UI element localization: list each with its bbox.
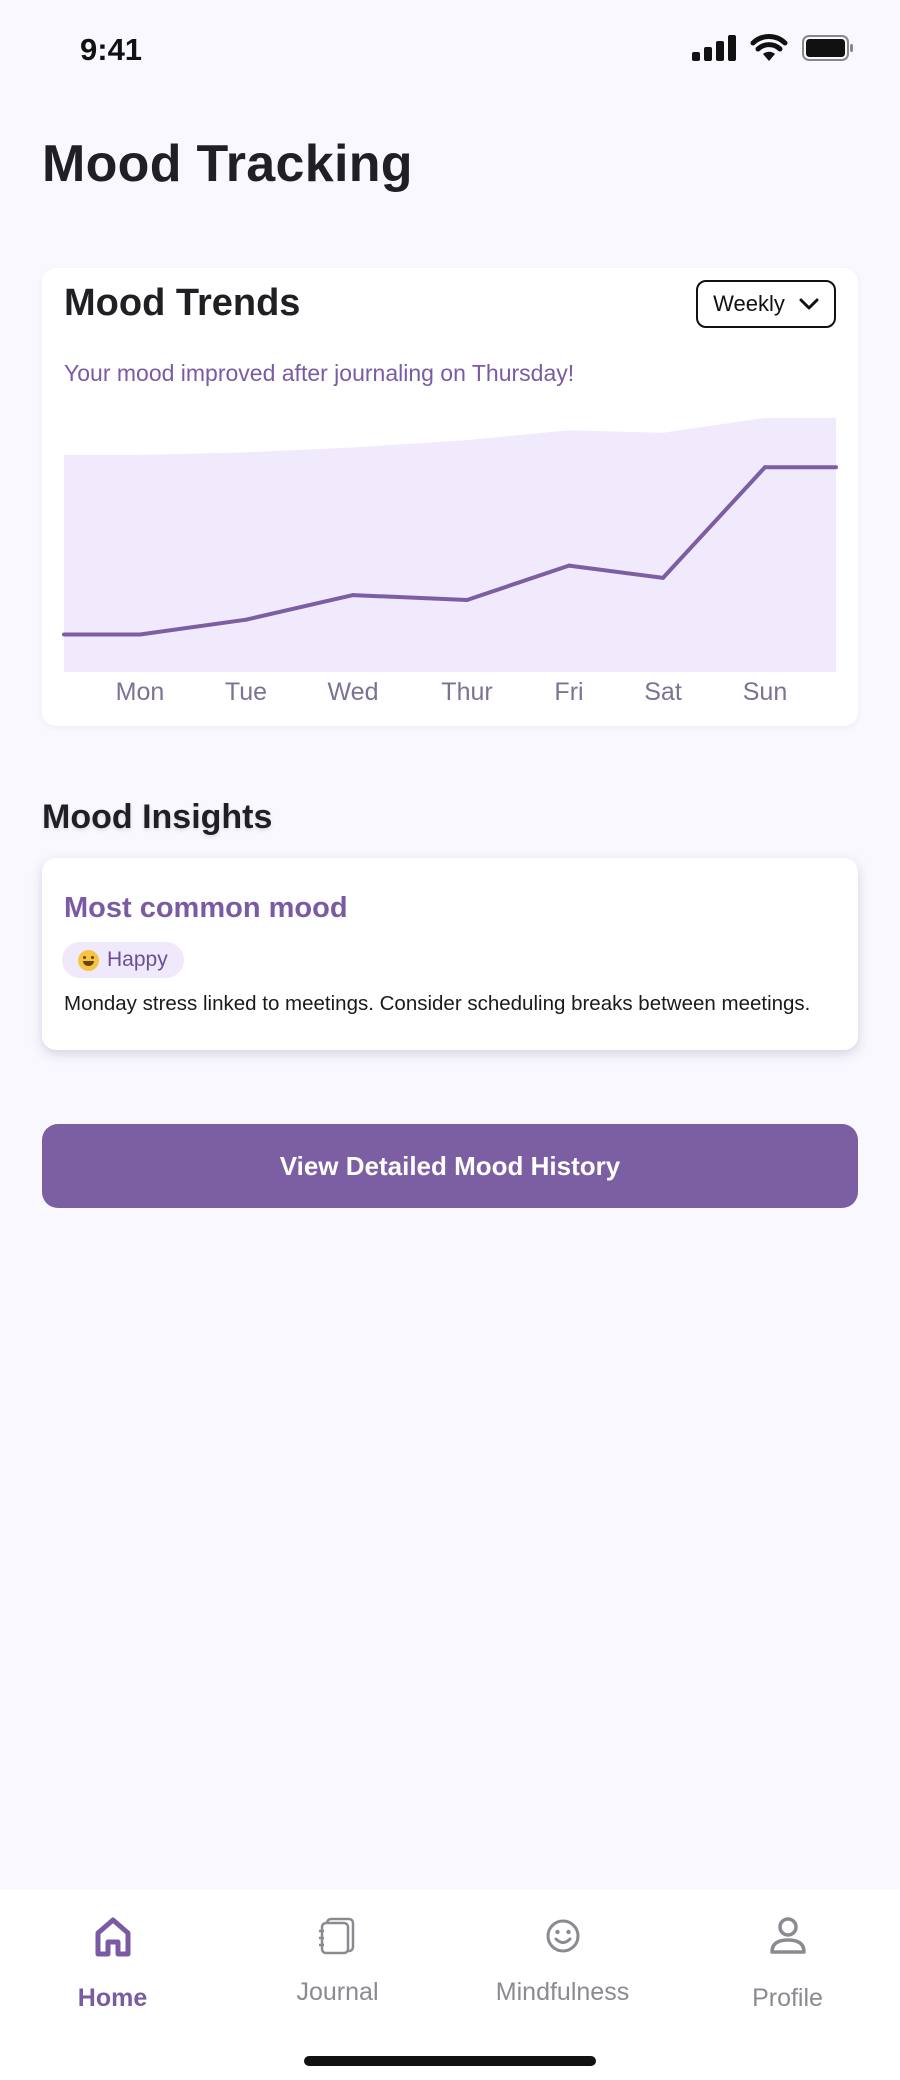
nav-item-profile[interactable]: Profile <box>675 1890 900 2030</box>
insight-card: Most common mood Happy Monday stress lin… <box>42 858 858 1050</box>
page-title: Mood Tracking <box>42 135 413 193</box>
nav-label-profile: Profile <box>752 1984 823 2012</box>
day-label-mon: Mon <box>115 678 165 706</box>
day-label-thur: Thur <box>441 678 493 706</box>
insight-card-title: Most common mood <box>64 892 348 924</box>
home-icon <box>95 1917 130 1957</box>
nav-label-journal: Journal <box>296 1978 379 2006</box>
home-indicator <box>304 2056 596 2066</box>
wifi-icon <box>750 34 788 61</box>
insights-section-title: Mood Insights <box>42 798 273 836</box>
battery-icon <box>802 35 853 61</box>
day-label-sat: Sat <box>644 678 682 706</box>
view-mood-history-button[interactable]: View Detailed Mood History <box>42 1124 858 1208</box>
mood-point-tue <box>244 617 248 622</box>
nav-item-journal[interactable]: Journal <box>225 1890 450 2030</box>
chart-area-fill <box>64 418 836 672</box>
journal-icon <box>318 1917 354 1955</box>
mood-point-sat <box>661 575 665 580</box>
mood-point-sun <box>763 465 767 470</box>
mood-point-thur <box>465 598 469 603</box>
nav-item-mindfulness[interactable]: Mindfulness <box>450 1890 675 2030</box>
insight-text: Monday stress linked to meetings. Consid… <box>64 992 811 1015</box>
status-time: 9:41 <box>80 32 143 67</box>
mood-trends-card: Mood Trends Weekly Your mood improved af… <box>42 268 858 726</box>
status-bar: 9:41 <box>0 0 900 100</box>
profile-icon <box>769 1917 806 1954</box>
nav-label-home: Home <box>77 1984 148 2012</box>
smile-icon <box>546 1919 579 1953</box>
nav-item-home[interactable]: Home <box>0 1890 225 2030</box>
bottom-nav: Home Journal Mindfulness Profile <box>0 1890 900 2080</box>
grinning-face-icon <box>78 949 99 971</box>
nav-label-mindfulness: Mindfulness <box>495 1978 630 2006</box>
day-label-fri: Fri <box>554 678 584 706</box>
signal-icon <box>692 35 736 61</box>
day-label-wed: Wed <box>327 678 379 706</box>
mood-point-fri <box>567 563 571 568</box>
chart-day-labels: Mon Tue Wed Thur Fri Sat Sun <box>42 678 858 712</box>
mood-chip-label: Happy <box>107 948 168 971</box>
mood-chip: Happy <box>62 942 184 978</box>
mood-point-mon <box>138 632 142 637</box>
mood-trend-chart <box>62 418 838 672</box>
day-label-sun: Sun <box>742 678 788 706</box>
mood-point-wed <box>351 593 355 598</box>
status-icons <box>692 34 854 62</box>
day-label-tue: Tue <box>224 678 268 706</box>
